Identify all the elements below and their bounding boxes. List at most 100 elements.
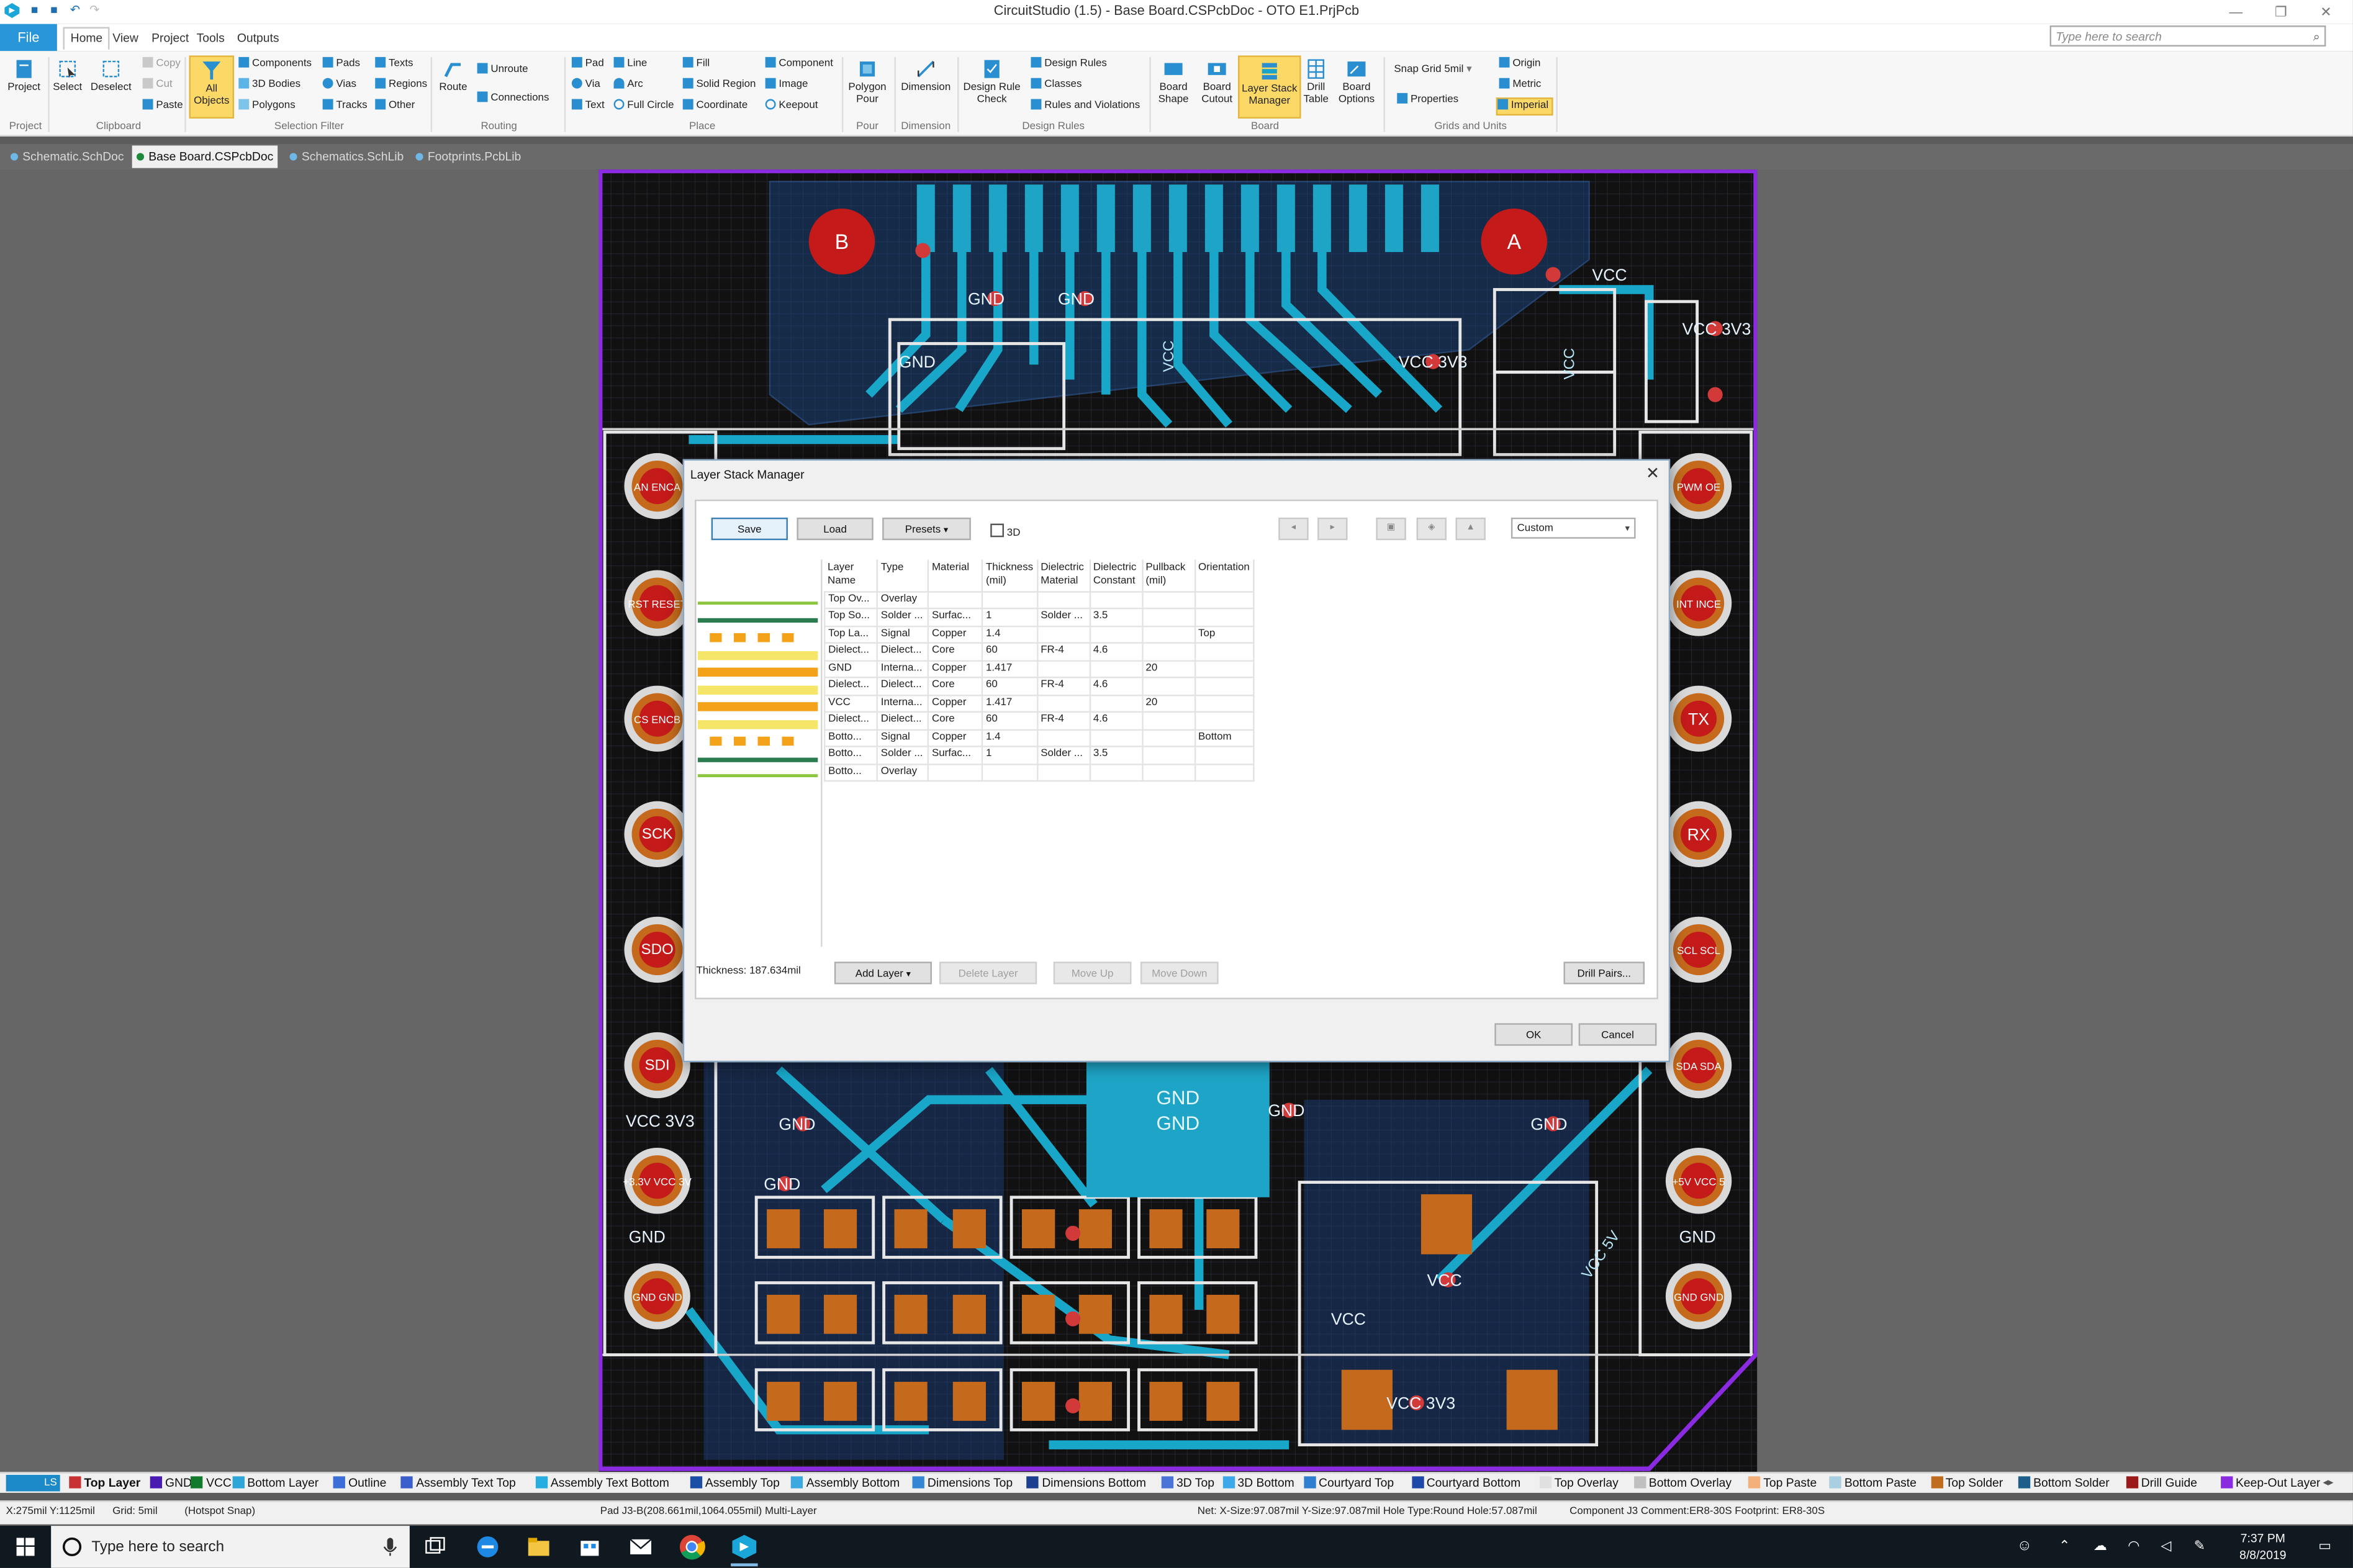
taskbar-search-input[interactable]: Type here to search <box>51 1526 410 1568</box>
layer-stack-manager-button[interactable]: Layer Stack Manager <box>1238 55 1301 119</box>
filter-3d-bodies[interactable]: 3D Bodies <box>238 78 300 93</box>
table-cell[interactable]: Signal <box>876 624 929 644</box>
paste-button[interactable]: Paste <box>142 99 183 114</box>
table-cell[interactable] <box>1036 624 1090 644</box>
layer-tab[interactable]: Bottom Paste <box>1829 1475 1917 1492</box>
load-button[interactable]: Load <box>797 517 874 541</box>
table-cell[interactable] <box>1036 728 1090 747</box>
store-icon[interactable] <box>576 1533 603 1561</box>
table-cell[interactable]: Signal <box>876 728 929 747</box>
close-window-button[interactable]: ✕ <box>2303 1 2349 22</box>
filter-texts[interactable]: Texts <box>375 56 413 72</box>
impedance-icon[interactable]: ◈ <box>1416 517 1447 541</box>
tab-project[interactable]: Project <box>145 29 195 50</box>
table-cell[interactable] <box>1141 746 1196 765</box>
table-cell[interactable]: FR-4 <box>1036 677 1090 696</box>
save-button[interactable]: Save <box>711 517 788 541</box>
table-cell[interactable] <box>1193 693 1255 713</box>
dimension-button[interactable]: Dimension <box>897 58 954 94</box>
table-cell[interactable] <box>1088 728 1143 747</box>
properties-button[interactable]: Properties <box>1397 92 1458 108</box>
table-cell[interactable] <box>1036 659 1090 678</box>
route-button[interactable]: Route <box>435 58 471 94</box>
table-cell[interactable]: Dielect... <box>823 677 878 696</box>
table-cell[interactable]: Copper <box>927 624 983 644</box>
table-cell[interactable]: 60 <box>981 642 1038 661</box>
table-cell[interactable] <box>1193 711 1255 730</box>
filter-other[interactable]: Other <box>375 99 415 114</box>
table-cell[interactable] <box>1141 590 1196 610</box>
table-cell[interactable]: 1.417 <box>981 693 1038 713</box>
table-cell[interactable]: Solder ... <box>876 607 929 627</box>
table-cell[interactable]: 3.5 <box>1088 746 1143 765</box>
origin-button[interactable]: Origin <box>1499 56 1541 72</box>
table-cell[interactable]: Top So... <box>823 607 878 627</box>
table-cell[interactable]: Copper <box>927 693 983 713</box>
layer-tab[interactable]: Bottom Overlay <box>1633 1475 1732 1492</box>
layer-tab[interactable]: Dimensions Bottom <box>1027 1475 1146 1492</box>
table-cell[interactable] <box>1193 677 1255 696</box>
file-explorer-icon[interactable] <box>525 1533 553 1561</box>
filter-tracks[interactable]: Tracks <box>322 99 368 114</box>
layer-tab[interactable]: VCC <box>191 1475 232 1492</box>
metric-button[interactable]: Metric <box>1499 78 1541 93</box>
table-row[interactable]: Botto... Signal Copper 1.4 Bottom <box>823 728 1255 747</box>
table-cell[interactable] <box>1088 590 1143 610</box>
table-cell[interactable]: FR-4 <box>1036 642 1090 661</box>
snap-grid-dropdown[interactable]: Snap Grid 5mil ▾ <box>1394 63 1471 78</box>
place-component[interactable]: Component <box>765 56 833 72</box>
table-cell[interactable] <box>1141 624 1196 644</box>
imperial-button[interactable]: Imperial <box>1496 97 1553 116</box>
place-fill[interactable]: Fill <box>682 56 710 72</box>
col-dielectric-material[interactable]: Dielectric Material <box>1037 559 1090 592</box>
table-cell[interactable] <box>1036 763 1090 782</box>
table-cell[interactable] <box>1141 642 1196 661</box>
table-cell[interactable]: Overlay <box>876 590 929 610</box>
task-view-icon[interactable] <box>422 1533 449 1561</box>
table-cell[interactable]: Top La... <box>823 624 878 644</box>
table-row[interactable]: Top Ov... Overlay <box>823 590 1255 610</box>
arrow-left-icon[interactable]: ◂ <box>1278 517 1309 541</box>
place-pad[interactable]: Pad <box>571 56 604 72</box>
drill-table-button[interactable]: Drill Table <box>1299 58 1332 106</box>
tab-schematics-schlib[interactable]: Schematics.SchLib <box>285 145 408 168</box>
dialog-close-button[interactable]: ✕ <box>1646 464 1660 483</box>
table-cell[interactable] <box>1193 642 1255 661</box>
col-layer-name[interactable]: Layer Name <box>824 559 878 592</box>
table-row[interactable]: Botto... Overlay <box>823 763 1255 782</box>
table-cell[interactable]: 20 <box>1141 659 1196 678</box>
unroute-button[interactable]: Unroute <box>477 63 528 78</box>
table-row[interactable]: Dielect... Dielect... Core 60 FR-4 4.6 <box>823 642 1255 661</box>
mail-icon[interactable] <box>627 1533 654 1561</box>
col-type[interactable]: Type <box>877 559 929 592</box>
layer-tab[interactable]: Top Paste <box>1748 1475 1817 1492</box>
tab-outputs[interactable]: Outputs <box>231 29 285 50</box>
arrow-right-icon[interactable]: ▸ <box>1317 517 1348 541</box>
layer-tab[interactable]: Assembly Top <box>690 1475 780 1492</box>
table-row[interactable]: Top La... Signal Copper 1.4 Top <box>823 624 1255 644</box>
cancel-button[interactable]: Cancel <box>1578 1023 1657 1046</box>
layer-tab[interactable]: Outline <box>333 1475 386 1492</box>
table-cell[interactable]: 4.6 <box>1088 711 1143 730</box>
pen-icon[interactable]: ✎ <box>2194 1538 2205 1554</box>
all-objects-button[interactable]: All Objects <box>189 55 235 119</box>
col-dielectric-constant[interactable]: Dielectric Constant <box>1089 559 1143 592</box>
table-cell[interactable]: Overlay <box>876 763 929 782</box>
table-cell[interactable]: 60 <box>981 711 1038 730</box>
table-cell[interactable]: 1.417 <box>981 659 1038 678</box>
place-arc[interactable]: Arc <box>613 78 643 93</box>
table-cell[interactable] <box>1193 590 1255 610</box>
table-cell[interactable] <box>1141 711 1196 730</box>
table-cell[interactable] <box>1193 746 1255 765</box>
col-material[interactable]: Material <box>928 559 983 592</box>
minimize-button[interactable]: — <box>2213 1 2259 22</box>
table-cell[interactable]: Surfac... <box>927 746 983 765</box>
windows-start-icon[interactable] <box>12 1533 39 1561</box>
table-cell[interactable]: Dielect... <box>876 642 929 661</box>
3d-checkbox[interactable]: 3D <box>990 523 1020 539</box>
table-row[interactable]: GND Interna... Copper 1.417 20 <box>823 659 1255 678</box>
layer-tab[interactable]: 3D Top <box>1161 1475 1214 1492</box>
board-cutout-button[interactable]: Board Cutout <box>1196 58 1238 106</box>
layer-tab[interactable]: Top Solder <box>1930 1475 2003 1492</box>
filter-vias[interactable]: Vias <box>322 78 356 93</box>
